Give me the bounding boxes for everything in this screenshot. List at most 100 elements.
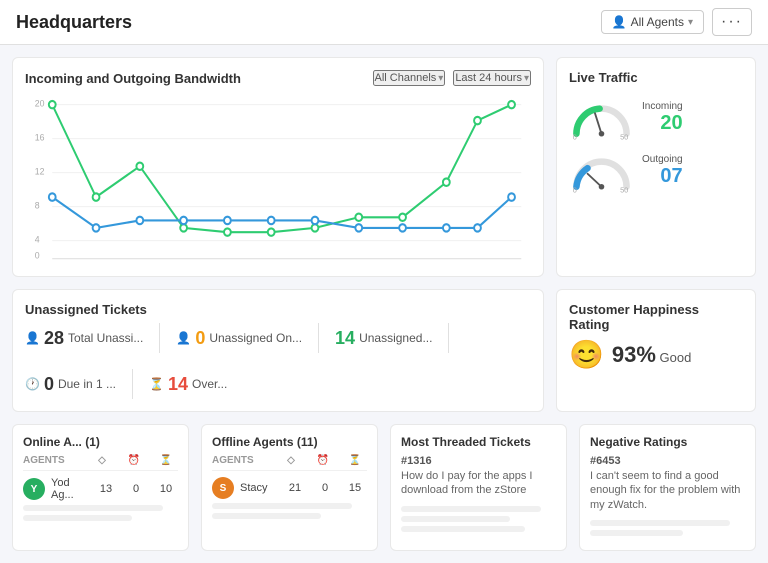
agent-row: S Stacy 21 0 15 bbox=[212, 477, 367, 499]
svg-text:0: 0 bbox=[573, 185, 577, 193]
negative-ratings-title: Negative Ratings bbox=[590, 435, 745, 449]
hourglass-col-header: ⏳ bbox=[343, 455, 367, 466]
filter-row: All Channels ▾ Last 24 hours ▾ bbox=[373, 70, 531, 86]
unassigned-label: Unassigned... bbox=[359, 331, 432, 345]
outgoing-value-section: Outgoing 07 bbox=[642, 154, 683, 188]
time-label: Last 24 hours bbox=[455, 72, 522, 84]
agents-btn-label: All Agents bbox=[631, 15, 684, 29]
skeleton-line bbox=[212, 513, 321, 519]
online-agents-card: Online A... (1) AGENTS ◇ ⏰ ⏳ Y Yod Ag...… bbox=[12, 424, 189, 551]
total-count: 28 bbox=[44, 328, 64, 349]
agent-c1: 13 bbox=[94, 483, 118, 495]
unassigned-tickets-card: Unassigned Tickets 👤 28 Total Unassi... … bbox=[12, 289, 544, 412]
agent-c2: 0 bbox=[124, 483, 148, 495]
bandwidth-title: Incoming and Outgoing Bandwidth bbox=[25, 71, 241, 86]
chevron-down-icon: ▾ bbox=[688, 17, 693, 28]
unassigned-title: Unassigned Tickets bbox=[25, 302, 531, 317]
divider bbox=[318, 323, 319, 353]
bottom-row: Online A... (1) AGENTS ◇ ⏰ ⏳ Y Yod Ag...… bbox=[12, 424, 756, 551]
ticket-id: #6453 bbox=[590, 455, 745, 467]
svg-text:8: 8 bbox=[35, 200, 40, 210]
online-agents-headers: AGENTS ◇ ⏰ ⏳ bbox=[23, 455, 178, 471]
agent-c1: 21 bbox=[283, 482, 307, 494]
svg-text:50: 50 bbox=[620, 185, 628, 193]
agent-name: Yod Ag... bbox=[51, 477, 88, 501]
svg-text:0: 0 bbox=[35, 250, 40, 260]
overdue-stat: ⏳ 14 Over... bbox=[149, 374, 227, 395]
skeleton-line bbox=[401, 526, 525, 532]
skeleton-line bbox=[590, 530, 683, 536]
incoming-label: Incoming bbox=[642, 101, 683, 112]
ticket-id: #1316 bbox=[401, 455, 556, 467]
unassigned-online-stat: 👤 0 Unassigned On... bbox=[176, 328, 302, 349]
clock-col-header: ⏰ bbox=[311, 455, 335, 466]
overdue-count: 14 bbox=[168, 374, 188, 395]
agents-col-header: AGENTS bbox=[212, 455, 271, 466]
bandwidth-chart: 20 16 12 8 4 0 bbox=[25, 94, 531, 264]
divider bbox=[448, 323, 449, 353]
agent-row: Y Yod Ag... 13 0 10 bbox=[23, 477, 178, 501]
all-agents-button[interactable]: 👤 All Agents ▾ bbox=[601, 10, 704, 34]
smiley-icon: 😊 bbox=[569, 338, 604, 371]
clock-icon: 🕐 bbox=[25, 377, 40, 391]
hourglass-col-header: ⏳ bbox=[154, 455, 178, 466]
happiness-title: Customer Happiness Rating bbox=[569, 302, 743, 332]
chevron-down-icon: ▾ bbox=[438, 73, 443, 84]
chevron-down-icon: ▾ bbox=[524, 73, 529, 84]
hourglass-icon: ⏳ bbox=[149, 377, 164, 391]
time-filter[interactable]: Last 24 hours ▾ bbox=[453, 70, 531, 86]
threaded-tickets-title: Most Threaded Tickets bbox=[401, 435, 556, 449]
skeleton-line bbox=[590, 520, 730, 526]
happiness-content: 😊 93% Good bbox=[569, 338, 743, 371]
svg-text:50: 50 bbox=[620, 132, 628, 140]
header-actions: 👤 All Agents ▾ ··· bbox=[601, 8, 752, 36]
skeleton-line bbox=[23, 515, 132, 521]
more-options-button[interactable]: ··· bbox=[712, 8, 752, 36]
online-agents-title: Online A... (1) bbox=[23, 435, 178, 449]
online-label: Unassigned On... bbox=[209, 331, 302, 345]
outgoing-gauge-row: 0 50 Outgoing 07 bbox=[569, 148, 743, 193]
page-title: Headquarters bbox=[16, 12, 132, 33]
offline-agents-card: Offline Agents (11) AGENTS ◇ ⏰ ⏳ S Stacy… bbox=[201, 424, 378, 551]
divider bbox=[159, 323, 160, 353]
due-count: 0 bbox=[44, 374, 54, 395]
skeleton-line bbox=[401, 516, 510, 522]
ticket-text: I can't seem to find a good enough fix f… bbox=[590, 469, 745, 512]
avatar: S bbox=[212, 477, 234, 499]
offline-agents-headers: AGENTS ◇ ⏰ ⏳ bbox=[212, 455, 367, 471]
page-header: Headquarters 👤 All Agents ▾ ··· bbox=[0, 0, 768, 45]
unassigned-stat: 14 Unassigned... bbox=[335, 328, 432, 349]
channels-filter[interactable]: All Channels ▾ bbox=[373, 70, 446, 86]
chart-svg: 20 16 12 8 4 0 bbox=[25, 94, 531, 264]
happiness-card: Customer Happiness Rating 😊 93% Good bbox=[556, 289, 756, 412]
svg-text:16: 16 bbox=[35, 132, 45, 142]
agents-col-header: AGENTS bbox=[23, 455, 82, 466]
divider bbox=[132, 369, 133, 399]
ticket-text: How do I pay for the apps I download fro… bbox=[401, 469, 556, 498]
diamond-col-header: ◇ bbox=[90, 455, 114, 466]
happiness-label: Good bbox=[660, 350, 692, 365]
skeleton-line bbox=[23, 505, 163, 511]
total-unassigned-stat: 👤 28 Total Unassi... bbox=[25, 328, 143, 349]
agent-c3: 15 bbox=[343, 482, 367, 494]
total-label: Total Unassi... bbox=[68, 331, 143, 345]
incoming-value-section: Incoming 20 bbox=[642, 101, 683, 135]
happiness-rating: 93% Good bbox=[612, 342, 691, 368]
bandwidth-header: Incoming and Outgoing Bandwidth All Chan… bbox=[25, 70, 531, 86]
agent-name: Stacy bbox=[240, 482, 277, 494]
happiness-percentage: 93% bbox=[612, 342, 656, 367]
skeleton-line bbox=[212, 503, 352, 509]
person-icon: 👤 bbox=[25, 331, 40, 345]
overdue-label: Over... bbox=[192, 377, 227, 391]
incoming-value: 20 bbox=[642, 112, 683, 135]
person-icon: 👤 bbox=[176, 331, 191, 345]
svg-text:20: 20 bbox=[35, 98, 45, 108]
negative-ratings-card: Negative Ratings #6453 I can't seem to f… bbox=[579, 424, 756, 551]
svg-text:4: 4 bbox=[35, 234, 40, 244]
skeleton-line bbox=[401, 506, 541, 512]
svg-text:12: 12 bbox=[35, 166, 45, 176]
unassigned-count: 14 bbox=[335, 328, 355, 349]
bandwidth-card: Incoming and Outgoing Bandwidth All Chan… bbox=[12, 57, 544, 277]
person-icon: 👤 bbox=[612, 15, 627, 29]
incoming-gauge: 0 50 bbox=[569, 95, 634, 140]
